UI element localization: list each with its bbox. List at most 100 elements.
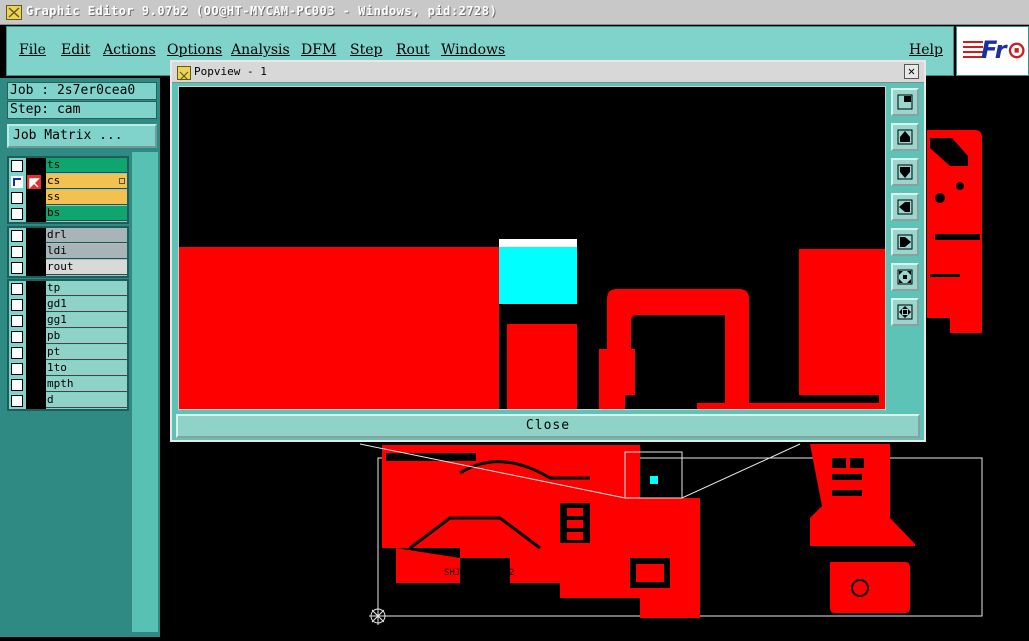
- layer-checkbox[interactable]: [11, 363, 23, 375]
- layer-options-icon[interactable]: [119, 178, 125, 184]
- smd-pad: [567, 520, 583, 528]
- menu-options[interactable]: Options: [167, 42, 222, 58]
- smd-pad: [567, 508, 583, 516]
- pad-clearance: [956, 182, 964, 190]
- ic-footprint: [636, 564, 664, 582]
- highlighted-pad: [650, 476, 658, 484]
- layer-row[interactable]: gg1: [9, 313, 127, 329]
- zoom-fit-icon[interactable]: [891, 88, 919, 116]
- silk-gap: [935, 234, 980, 240]
- zoom-out-icon[interactable]: [891, 298, 919, 326]
- datum-origin-icon: [369, 607, 387, 625]
- layer-row[interactable]: gd1: [9, 297, 127, 313]
- layer-row[interactable]: ss: [9, 190, 127, 206]
- layer-name[interactable]: pb: [46, 329, 127, 344]
- layer-spacer: [26, 377, 46, 393]
- layer-row[interactable]: mpth: [9, 377, 127, 393]
- layer-checkbox[interactable]: [11, 379, 23, 391]
- layer-checkbox[interactable]: [11, 395, 23, 407]
- layer-name[interactable]: ldi: [46, 244, 127, 259]
- layer-name[interactable]: rout: [46, 260, 127, 275]
- layer-row-active[interactable]: cs: [9, 174, 127, 190]
- silkscreen-bar: [499, 239, 577, 247]
- pan-right-icon[interactable]: [891, 228, 919, 256]
- copper-edge: [879, 249, 885, 409]
- layer-checkbox[interactable]: [11, 347, 23, 359]
- popview-dialog: Popview - 1 ✕ Close: [170, 60, 926, 442]
- copper-trace: [599, 289, 749, 409]
- layer-checkbox[interactable]: [11, 192, 23, 204]
- layer-checkbox[interactable]: [11, 331, 23, 343]
- layer-spacer: [26, 313, 46, 329]
- popview-canvas[interactable]: [178, 86, 886, 410]
- layer-checkbox[interactable]: [11, 262, 23, 274]
- window-title: Graphic Editor 9.07b2 (OO@HT-MYCAM-PC003…: [26, 4, 498, 18]
- layer-name[interactable]: d: [46, 393, 127, 408]
- layer-group-drill: drl ldi rout: [7, 226, 129, 278]
- layer-name[interactable]: bs: [46, 206, 127, 221]
- layer-checkbox[interactable]: [11, 230, 23, 242]
- trace-gap: [832, 490, 862, 496]
- layer-checkbox[interactable]: [11, 246, 23, 258]
- layer-name[interactable]: gg1: [46, 313, 127, 328]
- close-icon[interactable]: ✕: [904, 64, 919, 79]
- layer-row[interactable]: rout: [9, 260, 127, 276]
- layer-name[interactable]: 1to: [46, 361, 127, 376]
- layer-row[interactable]: pt: [9, 345, 127, 361]
- logo-letters: Fr: [981, 36, 1007, 64]
- popview-icon: [177, 66, 191, 81]
- layer-row[interactable]: d: [9, 393, 127, 409]
- job-name-field: Job : 2s7er0cea0: [7, 82, 157, 100]
- menu-step[interactable]: Step: [350, 42, 382, 58]
- layer-checkbox[interactable]: [11, 315, 23, 327]
- layer-row[interactable]: ldi: [9, 244, 127, 260]
- layer-name[interactable]: cs: [46, 174, 127, 189]
- layer-checkbox[interactable]: [11, 160, 23, 172]
- job-matrix-button[interactable]: Job Matrix ...: [7, 124, 157, 148]
- menu-edit[interactable]: Edit: [61, 42, 90, 58]
- title-bar: Graphic Editor 9.07b2 (OO@HT-MYCAM-PC003…: [0, 0, 1029, 25]
- layer-name[interactable]: drl: [46, 228, 127, 243]
- left-panel-scroll-area[interactable]: [132, 152, 158, 632]
- layer-row[interactable]: pb: [9, 329, 127, 345]
- popview-titlebar[interactable]: Popview - 1 ✕: [172, 62, 924, 83]
- logo-stripes-icon: [963, 41, 983, 61]
- frontline-logo: Fr⊙: [956, 26, 1029, 76]
- layer-checkbox-active[interactable]: [11, 176, 23, 188]
- menu-actions[interactable]: Actions: [103, 42, 156, 58]
- pan-down-icon[interactable]: [891, 158, 919, 186]
- pan-up-icon[interactable]: [891, 123, 919, 151]
- layer-row[interactable]: bs: [9, 206, 127, 222]
- menu-rout[interactable]: Rout: [396, 42, 430, 58]
- highlighted-pad: [499, 247, 577, 304]
- smd-pad: [567, 532, 583, 540]
- menu-help[interactable]: Help: [909, 42, 943, 58]
- menu-analysis[interactable]: Analysis: [231, 42, 290, 58]
- layer-name[interactable]: tp: [46, 281, 127, 296]
- layer-name[interactable]: gd1: [46, 297, 127, 312]
- app-icon[interactable]: [6, 5, 22, 20]
- close-button[interactable]: Close: [176, 414, 920, 438]
- popview-zoomed-board[interactable]: [179, 87, 885, 409]
- logo-text: Fr⊙: [981, 36, 1027, 64]
- layer-checkbox[interactable]: [11, 299, 23, 311]
- layer-row[interactable]: drl: [9, 228, 127, 244]
- zoom-in-icon[interactable]: [891, 263, 919, 291]
- layer-row[interactable]: 1to: [9, 361, 127, 377]
- pad-clearance: [850, 458, 864, 468]
- layer-spacer: [26, 206, 46, 222]
- layer-checkbox[interactable]: [11, 283, 23, 295]
- layer-name[interactable]: pt: [46, 345, 127, 360]
- layer-spacer: [26, 361, 46, 377]
- layer-name[interactable]: ts: [46, 158, 127, 173]
- menu-windows[interactable]: Windows: [441, 42, 505, 58]
- pan-left-icon[interactable]: [891, 193, 919, 221]
- layer-spacer: [26, 393, 46, 409]
- layer-name[interactable]: mpth: [46, 377, 127, 392]
- menu-file[interactable]: File: [19, 42, 46, 58]
- layer-row[interactable]: ts: [9, 158, 127, 174]
- layer-checkbox[interactable]: [11, 208, 23, 220]
- menu-dfm[interactable]: DFM: [301, 42, 336, 58]
- layer-name[interactable]: ss: [46, 190, 127, 205]
- layer-row[interactable]: tp: [9, 281, 127, 297]
